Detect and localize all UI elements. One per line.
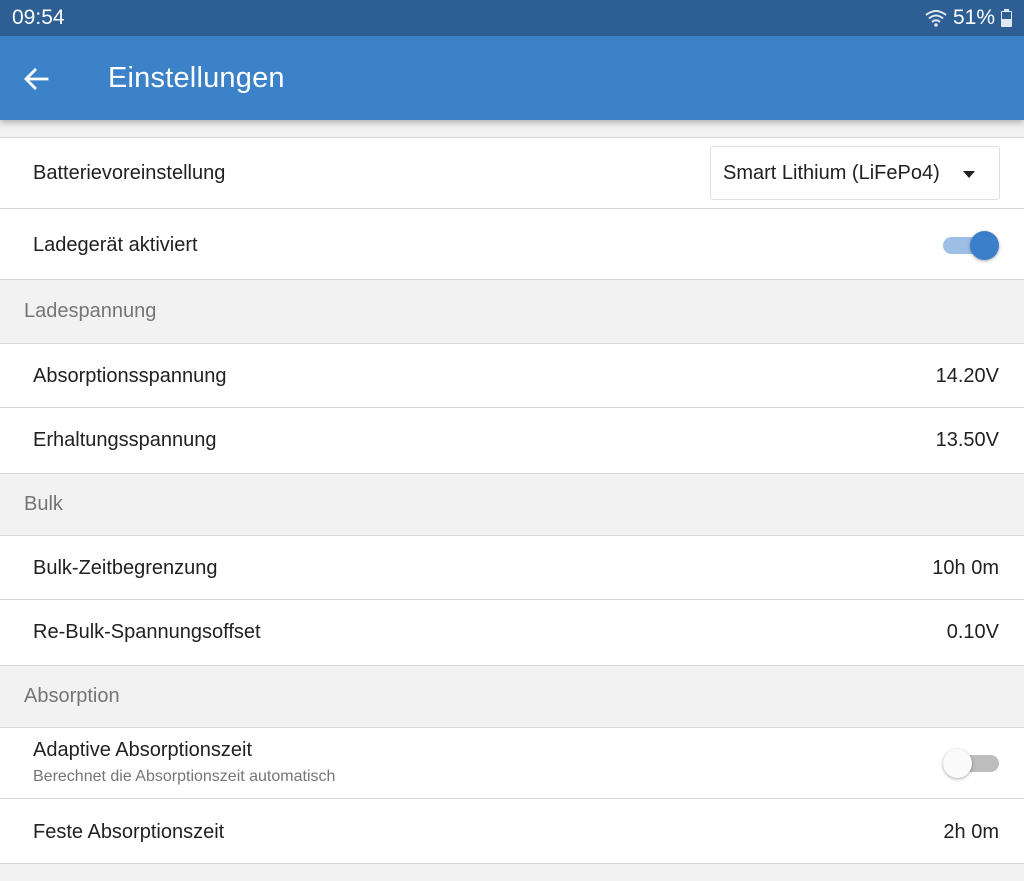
- setting-label: Batterievoreinstellung: [33, 162, 226, 184]
- section-header-bulk: Bulk: [0, 474, 1024, 536]
- wifi-icon: [925, 10, 947, 27]
- setting-description: Berechnet die Absorptionszeit automatisc…: [33, 768, 336, 785]
- section-title: Ladespannung: [24, 300, 157, 322]
- section-header-absorption: Absorption: [0, 666, 1024, 728]
- setting-rebulk-offset[interactable]: Re-Bulk-Spannungsoffset 0.10V: [0, 600, 1024, 666]
- app-bar: Einstellungen: [0, 36, 1024, 120]
- settings-list: Batterievoreinstellung Smart Lithium (Li…: [0, 120, 1024, 881]
- back-arrow-icon[interactable]: [22, 65, 50, 93]
- adaptive-absorption-toggle[interactable]: [943, 747, 1001, 779]
- status-icons: 51%: [925, 6, 1012, 30]
- setting-value: 10h 0m: [932, 557, 999, 579]
- status-bar: 09:54 51%: [0, 0, 1024, 36]
- setting-label: Feste Absorptionszeit: [33, 821, 225, 843]
- status-time: 09:54: [12, 6, 65, 29]
- setting-charger-enabled[interactable]: Ladegerät aktiviert: [0, 209, 1024, 280]
- setting-label: Bulk-Zeitbegrenzung: [33, 557, 218, 579]
- setting-fixed-absorption[interactable]: Feste Absorptionszeit 2h 0m: [0, 799, 1024, 864]
- list-spacer: [0, 120, 1024, 138]
- setting-adaptive-absorption[interactable]: Adaptive Absorptionszeit Berechnet die A…: [0, 728, 1024, 799]
- setting-bulk-time-limit[interactable]: Bulk-Zeitbegrenzung 10h 0m: [0, 536, 1024, 600]
- setting-value: 13.50V: [935, 429, 999, 451]
- setting-value: 14.20V: [935, 365, 999, 387]
- charger-enabled-toggle[interactable]: [943, 229, 1001, 261]
- setting-label: Adaptive Absorptionszeit: [33, 739, 253, 761]
- battery-preset-select[interactable]: Smart Lithium (LiFePo4): [710, 146, 1000, 200]
- setting-value: 2h 0m: [943, 821, 999, 843]
- battery-percent: 51%: [952, 6, 995, 29]
- setting-value: 0.10V: [946, 621, 999, 643]
- section-title: Absorption: [24, 685, 120, 707]
- section-title: Bulk: [24, 493, 63, 515]
- page-title: Einstellungen: [108, 62, 285, 94]
- setting-absorption-voltage[interactable]: Absorptionsspannung 14.20V: [0, 344, 1024, 408]
- setting-battery-preset: Batterievoreinstellung Smart Lithium (Li…: [0, 138, 1024, 209]
- setting-label: Re-Bulk-Spannungsoffset: [33, 621, 261, 643]
- battery-icon: [1001, 9, 1012, 27]
- setting-label: Ladegerät aktiviert: [33, 234, 198, 256]
- battery-preset-value: Smart Lithium (LiFePo4): [723, 162, 940, 184]
- section-header-ladespannung: Ladespannung: [0, 280, 1024, 344]
- setting-label: Erhaltungsspannung: [33, 429, 217, 451]
- setting-float-voltage[interactable]: Erhaltungsspannung 13.50V: [0, 408, 1024, 474]
- setting-label: Absorptionsspannung: [33, 365, 227, 387]
- dropdown-arrow-icon: [963, 171, 975, 178]
